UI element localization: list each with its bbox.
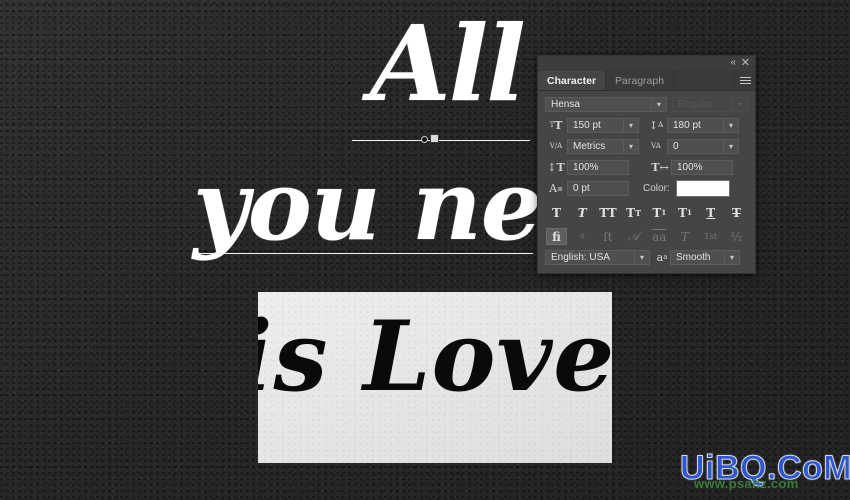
font-family-chevron-down-icon[interactable]: ▾ [651, 97, 667, 112]
oldstyle-button[interactable]: aa [649, 228, 670, 245]
language-antialias-row: English: USA ▾ aa Smooth ▾ [545, 249, 748, 265]
font-style-button-group: T T TT TT T1 T1 T T [546, 204, 747, 221]
anti-aliasing-icon: aa [656, 250, 668, 264]
discretionary-ligatures-button[interactable]: ſt [597, 228, 618, 245]
artwork-text-line-1[interactable]: All [370, 12, 526, 116]
baseline-shift-icon: A ≣ [549, 182, 563, 195]
anti-aliasing-input[interactable]: Smooth [670, 249, 725, 265]
ordinals-button[interactable]: 1st [700, 228, 721, 245]
language-input[interactable]: English: USA [545, 249, 635, 265]
all-caps-button[interactable]: TT [597, 204, 618, 221]
leading-icon: ↕ A [648, 118, 664, 132]
font-style-chevron-down-icon[interactable]: ▾ [733, 97, 749, 112]
font-family-input[interactable]: Hensa [545, 97, 652, 112]
character-panel[interactable]: « ✕ Character Paragraph Hensa ▾ Regular … [537, 55, 756, 274]
language-chevron-down-icon[interactable]: ▾ [635, 249, 650, 265]
leading-input[interactable]: 180 pt [667, 117, 724, 133]
horizontal-scale-input[interactable]: 100% [671, 159, 733, 175]
text-baseline-indicator-line-2 [197, 253, 533, 254]
superscript-button[interactable]: T1 [649, 204, 670, 221]
baseline-shift-input[interactable]: 0 pt [567, 181, 629, 196]
font-size-icon: TT [549, 118, 563, 132]
collapse-to-icons-icon[interactable]: « [730, 57, 735, 69]
font-size-leading-row: TT 150 pt ▾ ↕ A 180 pt ▾ [545, 117, 748, 133]
font-family-row: Hensa ▾ Regular ▾ [545, 97, 749, 112]
horizontal-scale-icon: T ↔ [651, 160, 669, 174]
kerning-input[interactable]: Metrics [567, 138, 624, 154]
panel-menu-icon[interactable] [735, 71, 755, 90]
font-size-chevron-down-icon[interactable]: ▾ [624, 117, 639, 133]
font-size-input[interactable]: 150 pt [567, 117, 624, 133]
titling-alternates-button[interactable]: T [675, 228, 696, 245]
tracking-input[interactable]: 0 [667, 138, 724, 154]
close-icon[interactable]: ✕ [741, 57, 750, 69]
watermark-site-url: www.psahz.com [694, 476, 799, 491]
strikethrough-button[interactable]: T [726, 204, 747, 221]
panel-title-bar[interactable]: « ✕ [538, 56, 755, 71]
vertical-scale-input[interactable]: 100% [567, 159, 629, 175]
kerning-icon: V/A [549, 142, 563, 150]
text-insertion-anchor-point[interactable] [421, 136, 428, 143]
tab-character[interactable]: Character [538, 71, 607, 90]
subscript-button[interactable]: T1 [675, 204, 696, 221]
faux-bold-button[interactable]: T [546, 204, 567, 221]
kerning-chevron-down-icon[interactable]: ▾ [624, 138, 639, 154]
panel-tab-strip[interactable]: Character Paragraph [538, 71, 755, 91]
faux-italic-button[interactable]: T [572, 204, 593, 221]
tab-strip-filler [674, 71, 735, 90]
fractions-button[interactable]: ½ [726, 228, 747, 245]
tracking-icon: VA [651, 142, 661, 150]
color-label: Color: [643, 183, 670, 194]
pasted-image-layer-is-love[interactable]: is Love [258, 292, 612, 463]
opentype-button-group: fi ᵒ̵ ſt 𝒜 aa T 1st ½ [546, 228, 747, 245]
text-baseline-handle[interactable] [430, 134, 439, 143]
baseline-color-row: A ≣ 0 pt Color: [545, 180, 748, 197]
swash-button[interactable]: 𝒜 [623, 228, 644, 245]
text-color-swatch[interactable] [675, 180, 730, 197]
small-caps-button[interactable]: TT [623, 204, 644, 221]
standard-ligatures-button[interactable]: fi [546, 228, 567, 245]
leading-chevron-down-icon[interactable]: ▾ [724, 117, 739, 133]
tracking-chevron-down-icon[interactable]: ▾ [724, 138, 739, 154]
anti-aliasing-chevron-down-icon[interactable]: ▾ [725, 249, 740, 265]
pasted-image-text: is Love [258, 300, 612, 413]
contextual-alternates-button[interactable]: ᵒ̵ [572, 228, 593, 245]
underline-button[interactable]: T [700, 204, 721, 221]
character-panel-body: Hensa ▾ Regular ▾ TT 150 pt ▾ ↕ A 180 pt … [538, 91, 755, 273]
artwork-text-line-2[interactable]: you ne [193, 158, 542, 254]
kerning-tracking-row: V/A Metrics ▾ VA 0 ▾ [545, 138, 748, 154]
text-baseline-indicator-line-1 [352, 140, 530, 141]
watermark: UiBQ.CoM www.psahz.com [679, 449, 850, 492]
vertical-scale-icon: ↕ T [547, 160, 565, 174]
tab-paragraph[interactable]: Paragraph [606, 71, 675, 90]
scale-row: ↕ T 100% T ↔ 100% [545, 159, 748, 175]
font-style-input[interactable]: Regular [671, 97, 734, 112]
